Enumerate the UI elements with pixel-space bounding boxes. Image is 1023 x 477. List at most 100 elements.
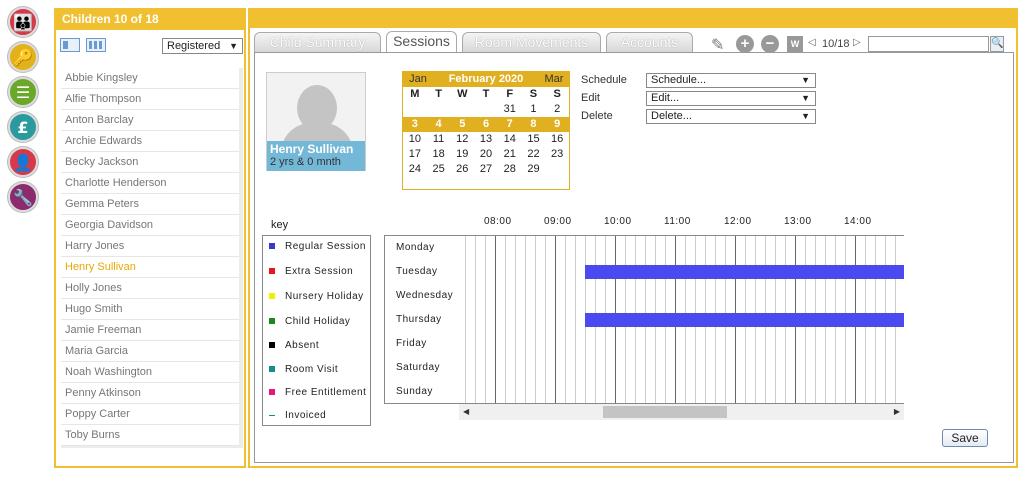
- key-label: Absent: [285, 340, 320, 351]
- calendar-day[interactable]: 1: [522, 102, 546, 117]
- child-list-item[interactable]: Gemma Peters: [61, 194, 239, 215]
- calendar-next-month[interactable]: Mar: [539, 72, 569, 87]
- calendar-day[interactable]: 14: [498, 132, 522, 147]
- calendar-day[interactable]: 11: [427, 132, 451, 147]
- remove-icon[interactable]: −: [761, 35, 779, 53]
- calendar-day[interactable]: 21: [498, 147, 522, 162]
- profile-name: Henry Sullivan: [270, 142, 354, 156]
- key-item: Extra Session: [269, 266, 353, 277]
- next-child-icon[interactable]: ▷: [853, 37, 861, 48]
- delete-select-value: Delete...: [651, 110, 692, 122]
- child-list-item[interactable]: Penny Atkinson: [61, 383, 239, 404]
- calendar-day[interactable]: 8: [522, 117, 546, 132]
- session-bar[interactable]: [585, 313, 904, 327]
- session-bar[interactable]: [585, 265, 904, 279]
- child-list-item[interactable]: Toby Burns: [61, 425, 239, 446]
- calendar-day[interactable]: 17: [403, 147, 427, 162]
- calendar-day[interactable]: 19: [450, 147, 474, 162]
- prev-child-icon[interactable]: ◁: [808, 37, 816, 48]
- search-icon[interactable]: 🔍: [990, 36, 1004, 52]
- grid-line: [495, 236, 496, 403]
- child-list-item[interactable]: Henry Sullivan: [61, 257, 239, 278]
- documents-nav-icon[interactable]: ☰: [8, 77, 38, 107]
- schedule-scrollbar[interactable]: ◀ ▶: [459, 404, 904, 420]
- grid-line: [565, 236, 566, 403]
- child-list-item[interactable]: Alfie Thompson: [61, 89, 239, 110]
- tab-sessions[interactable]: Sessions: [386, 31, 457, 52]
- settings-nav-icon[interactable]: 🔧: [8, 182, 38, 212]
- child-list-item[interactable]: Anton Barclay: [61, 110, 239, 131]
- calendar-day[interactable]: 27: [474, 162, 498, 177]
- calendar-day[interactable]: 7: [498, 117, 522, 132]
- calendar-day[interactable]: 2: [545, 102, 569, 117]
- calendar-day[interactable]: 13: [474, 132, 498, 147]
- document-icon[interactable]: W: [787, 36, 803, 52]
- calendar-day: [474, 102, 498, 117]
- calendar-day[interactable]: 6: [474, 117, 498, 132]
- hour-label: 14:00: [844, 216, 872, 227]
- child-list-item[interactable]: Maria Garcia: [61, 341, 239, 362]
- key-item: Room Visit: [269, 364, 338, 375]
- tab-room-movements[interactable]: Room Movements: [462, 32, 601, 52]
- child-list-item[interactable]: Holly Jones: [61, 278, 239, 299]
- finance-nav-icon[interactable]: £: [8, 112, 38, 142]
- children-nav-icon[interactable]: 👪: [8, 7, 38, 37]
- key-swatch: [269, 414, 275, 416]
- child-list-item[interactable]: Charlotte Henderson: [61, 173, 239, 194]
- scroll-right-icon[interactable]: ▶: [894, 407, 900, 416]
- calendar-weekdays: MTWTFSS: [403, 87, 569, 102]
- sessions-nav-icon[interactable]: 🔑: [8, 42, 38, 72]
- calendar-day[interactable]: 16: [545, 132, 569, 147]
- list-view-icon[interactable]: [60, 38, 80, 52]
- child-list-item[interactable]: Georgia Davidson: [61, 215, 239, 236]
- child-list-item[interactable]: Abbie Kingsley: [61, 68, 239, 89]
- edit-label: Edit: [581, 92, 600, 104]
- calendar-day[interactable]: 26: [450, 162, 474, 177]
- scroll-left-icon[interactable]: ◀: [463, 407, 469, 416]
- search-input[interactable]: [868, 36, 989, 52]
- calendar-day[interactable]: 23: [545, 147, 569, 162]
- calendar-day[interactable]: 10: [403, 132, 427, 147]
- calendar-day[interactable]: 3: [403, 117, 427, 132]
- key-label: Invoiced: [285, 410, 327, 421]
- calendar-day[interactable]: 28: [498, 162, 522, 177]
- tab-accounts[interactable]: Accounts: [606, 32, 693, 52]
- add-icon[interactable]: +: [736, 35, 754, 53]
- status-filter-select[interactable]: Registered ▼: [162, 38, 243, 54]
- calendar-day[interactable]: 25: [427, 162, 451, 177]
- calendar-day[interactable]: 18: [427, 147, 451, 162]
- child-list-item[interactable]: Noah Washington: [61, 362, 239, 383]
- child-list-item[interactable]: Harry Jones: [61, 236, 239, 257]
- hour-label: 10:00: [604, 216, 632, 227]
- child-list-item[interactable]: Hugo Smith: [61, 299, 239, 320]
- calendar-day[interactable]: 20: [474, 147, 498, 162]
- day-label: Wednesday: [396, 290, 454, 301]
- hour-label: 12:00: [724, 216, 752, 227]
- child-list-item[interactable]: Jamie Freeman: [61, 320, 239, 341]
- schedule-select[interactable]: Schedule... ▼: [646, 73, 816, 88]
- staff-nav-icon[interactable]: 👤: [8, 147, 38, 177]
- grid-view-icon[interactable]: [86, 38, 106, 52]
- calendar-day[interactable]: 5: [450, 117, 474, 132]
- calendar-day[interactable]: 12: [450, 132, 474, 147]
- calendar-day[interactable]: 4: [427, 117, 451, 132]
- calendar-day[interactable]: 22: [522, 147, 546, 162]
- key-item: Child Holiday: [269, 316, 350, 327]
- edit-select[interactable]: Edit... ▼: [646, 91, 816, 106]
- tab-child-summary[interactable]: Child Summary: [254, 32, 381, 52]
- save-button[interactable]: Save: [942, 429, 988, 447]
- children-count-title: Children 10 of 18: [56, 10, 244, 30]
- calendar-day[interactable]: 29: [522, 162, 546, 177]
- calendar-day[interactable]: 15: [522, 132, 546, 147]
- delete-select[interactable]: Delete... ▼: [646, 109, 816, 124]
- child-list-item[interactable]: Archie Edwards: [61, 131, 239, 152]
- child-list-item[interactable]: Becky Jackson: [61, 152, 239, 173]
- calendar-weekday: T: [435, 88, 442, 100]
- calendar-day[interactable]: 24: [403, 162, 427, 177]
- calendar-prev-month[interactable]: Jan: [403, 72, 433, 87]
- child-list-item[interactable]: Poppy Carter: [61, 404, 239, 425]
- key-swatch: [269, 366, 275, 372]
- calendar-day[interactable]: 9: [545, 117, 569, 132]
- calendar-day[interactable]: 31: [498, 102, 522, 117]
- scroll-thumb[interactable]: [603, 406, 727, 418]
